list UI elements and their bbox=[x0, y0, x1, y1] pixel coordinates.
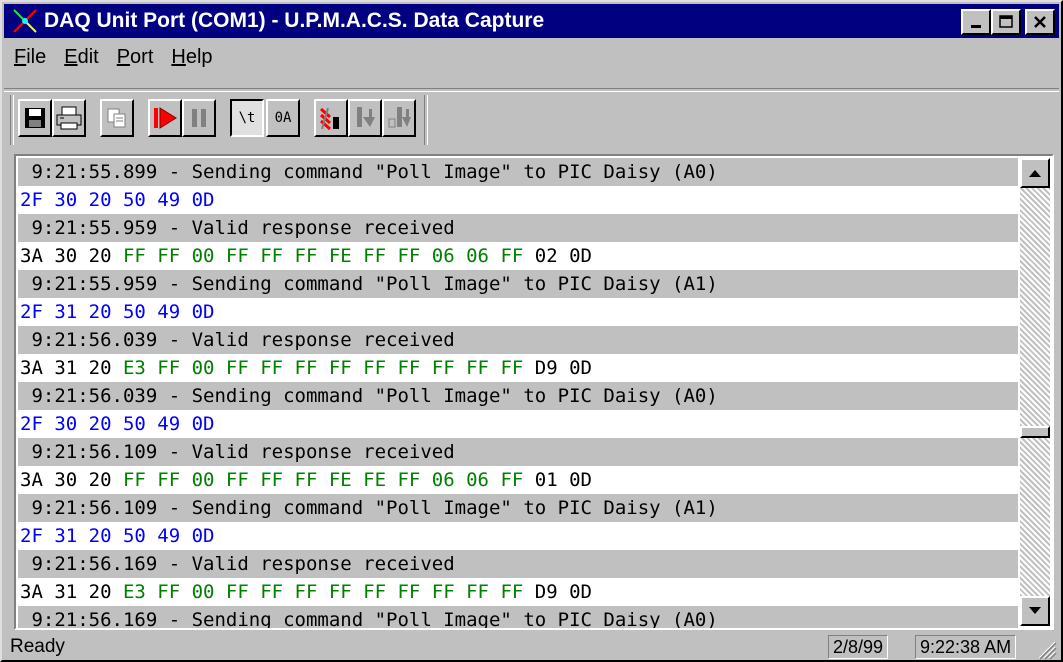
log-bytes-data: E3 FF 00 FF FF FF FF FF FF FF FF FF bbox=[122, 357, 524, 379]
tab-format-icon: \t bbox=[238, 110, 256, 126]
log-line-sent: 2F 30 20 50 49 0D bbox=[18, 186, 1018, 214]
pause-icon bbox=[192, 109, 206, 127]
scroll-track[interactable] bbox=[1020, 188, 1050, 596]
log-bytes-data: FF FF 00 FF FF FF FE FF FF 06 06 FF bbox=[122, 245, 524, 267]
log-line-info: 9:21:55.899 - Sending command "Poll Imag… bbox=[18, 158, 1018, 186]
status-time: 9:22:38 AM bbox=[915, 635, 1017, 659]
menu-edit[interactable]: Edit bbox=[64, 46, 98, 69]
menu-file-label: ile bbox=[26, 45, 47, 68]
window-title: DAQ Unit Port (COM1) - U.P.M.A.C.S. Data… bbox=[44, 9, 545, 32]
tab-format-button[interactable]: \t bbox=[230, 99, 264, 137]
menu-help-accel: H bbox=[171, 45, 186, 68]
menu-port-label: ort bbox=[130, 45, 154, 68]
log-view[interactable]: 9:21:55.899 - Sending command "Poll Imag… bbox=[14, 154, 1054, 630]
log-line-info: 9:21:56.109 - Sending command "Poll Imag… bbox=[18, 494, 1018, 522]
menu-file-accel: F bbox=[14, 45, 27, 68]
close-icon bbox=[1034, 16, 1046, 28]
menu-file[interactable]: File bbox=[14, 46, 46, 69]
save-icon bbox=[25, 108, 45, 128]
log-bytes-checksum: 02 0D bbox=[523, 245, 592, 267]
minimize-icon bbox=[971, 25, 981, 28]
pause-button[interactable] bbox=[182, 99, 216, 137]
hex-format-button[interactable]: 0A bbox=[266, 99, 300, 137]
resize-grip-icon[interactable] bbox=[1035, 638, 1057, 660]
receive-icon bbox=[357, 107, 375, 127]
app-icon bbox=[13, 9, 37, 33]
print-icon bbox=[56, 106, 82, 130]
log-line-recv: 3A 30 20 FF FF 00 FF FF FF FE FF FF 06 0… bbox=[18, 242, 1018, 270]
minimize-button[interactable] bbox=[961, 9, 991, 35]
log-line-sent: 2F 31 20 50 49 0D bbox=[18, 298, 1018, 326]
log-line-info: 9:21:55.959 - Sending command "Poll Imag… bbox=[18, 270, 1018, 298]
log-line-recv: 3A 31 20 E3 FF 00 FF FF FF FF FF FF FF F… bbox=[18, 354, 1018, 382]
scroll-up-button[interactable] bbox=[1020, 158, 1050, 188]
menu-edit-label: dit bbox=[77, 45, 99, 68]
menu-bar: File Edit Port Help bbox=[4, 42, 1059, 72]
save-button[interactable] bbox=[18, 99, 52, 137]
menu-port-accel: P bbox=[116, 45, 131, 68]
log-line-info: 9:21:56.039 - Valid response received bbox=[18, 326, 1018, 354]
log-bytes-header: 3A 31 20 bbox=[20, 581, 123, 603]
log-line-sent: 2F 30 20 50 49 0D bbox=[18, 410, 1018, 438]
scroll-down-button[interactable] bbox=[1020, 596, 1050, 626]
status-bar: Ready 2/8/99 9:22:38 AM bbox=[4, 632, 1059, 662]
log-line-info: 9:21:56.169 - Valid response received bbox=[18, 550, 1018, 578]
vertical-scrollbar[interactable] bbox=[1020, 158, 1050, 626]
log-bytes-header: 3A 30 20 bbox=[20, 245, 123, 267]
menu-edit-accel: E bbox=[64, 45, 78, 68]
log-bytes-header: 3A 30 20 bbox=[20, 469, 123, 491]
app-window: DAQ Unit Port (COM1) - U.P.M.A.C.S. Data… bbox=[0, 0, 1063, 662]
receive-all-icon bbox=[388, 107, 411, 128]
toolbar-grip bbox=[10, 95, 14, 145]
menu-help[interactable]: Help bbox=[171, 46, 212, 69]
log-line-info: 9:21:56.039 - Sending command "Poll Imag… bbox=[18, 382, 1018, 410]
toolbar-end-separator bbox=[424, 95, 428, 145]
poll-button[interactable] bbox=[314, 99, 348, 137]
close-button[interactable] bbox=[1025, 9, 1055, 35]
log-bytes-checksum: 01 0D bbox=[523, 469, 592, 491]
print-button[interactable] bbox=[52, 99, 86, 137]
menu-port[interactable]: Port bbox=[117, 46, 154, 69]
start-capture-button[interactable] bbox=[148, 99, 182, 137]
status-date: 2/8/99 bbox=[828, 635, 889, 659]
log-line-info: 9:21:55.959 - Valid response received bbox=[18, 214, 1018, 242]
log-lines: 9:21:55.899 - Sending command "Poll Imag… bbox=[18, 158, 1018, 628]
poll-icon bbox=[320, 107, 339, 131]
maximize-button[interactable] bbox=[991, 9, 1021, 35]
log-bytes-checksum: D9 0D bbox=[523, 581, 592, 603]
maximize-icon bbox=[999, 15, 1013, 28]
log-line-info: 9:21:56.109 - Valid response received bbox=[18, 438, 1018, 466]
log-line-info: 9:21:56.169 - Sending command "Poll Imag… bbox=[18, 606, 1018, 628]
copy-icon bbox=[107, 108, 126, 128]
log-line-sent: 2F 31 20 50 49 0D bbox=[18, 522, 1018, 550]
toolbar-separator bbox=[4, 88, 1059, 92]
toolbar: \t 0A bbox=[10, 95, 1055, 147]
status-text: Ready bbox=[10, 636, 65, 657]
receive-all-button[interactable] bbox=[382, 99, 416, 137]
log-bytes-checksum: D9 0D bbox=[523, 357, 592, 379]
log-line-recv: 3A 31 20 E3 FF 00 FF FF FF FF FF FF FF F… bbox=[18, 578, 1018, 606]
start-capture-icon bbox=[154, 107, 177, 129]
title-bar[interactable]: DAQ Unit Port (COM1) - U.P.M.A.C.S. Data… bbox=[4, 4, 1059, 38]
menu-help-label: elp bbox=[185, 45, 213, 68]
copy-button[interactable] bbox=[100, 99, 134, 137]
arrow-down-icon bbox=[1029, 607, 1041, 614]
hex-format-icon: 0A bbox=[274, 110, 292, 126]
log-line-recv: 3A 30 20 FF FF 00 FF FF FF FE FE FF 06 0… bbox=[18, 466, 1018, 494]
receive-button[interactable] bbox=[348, 99, 382, 137]
log-bytes-data: E3 FF 00 FF FF FF FF FF FF FF FF FF bbox=[122, 581, 524, 603]
arrow-up-icon bbox=[1029, 170, 1041, 177]
log-bytes-header: 3A 31 20 bbox=[20, 357, 123, 379]
scroll-thumb[interactable] bbox=[1020, 425, 1050, 438]
log-bytes-data: FF FF 00 FF FF FF FE FE FF 06 06 FF bbox=[122, 469, 524, 491]
